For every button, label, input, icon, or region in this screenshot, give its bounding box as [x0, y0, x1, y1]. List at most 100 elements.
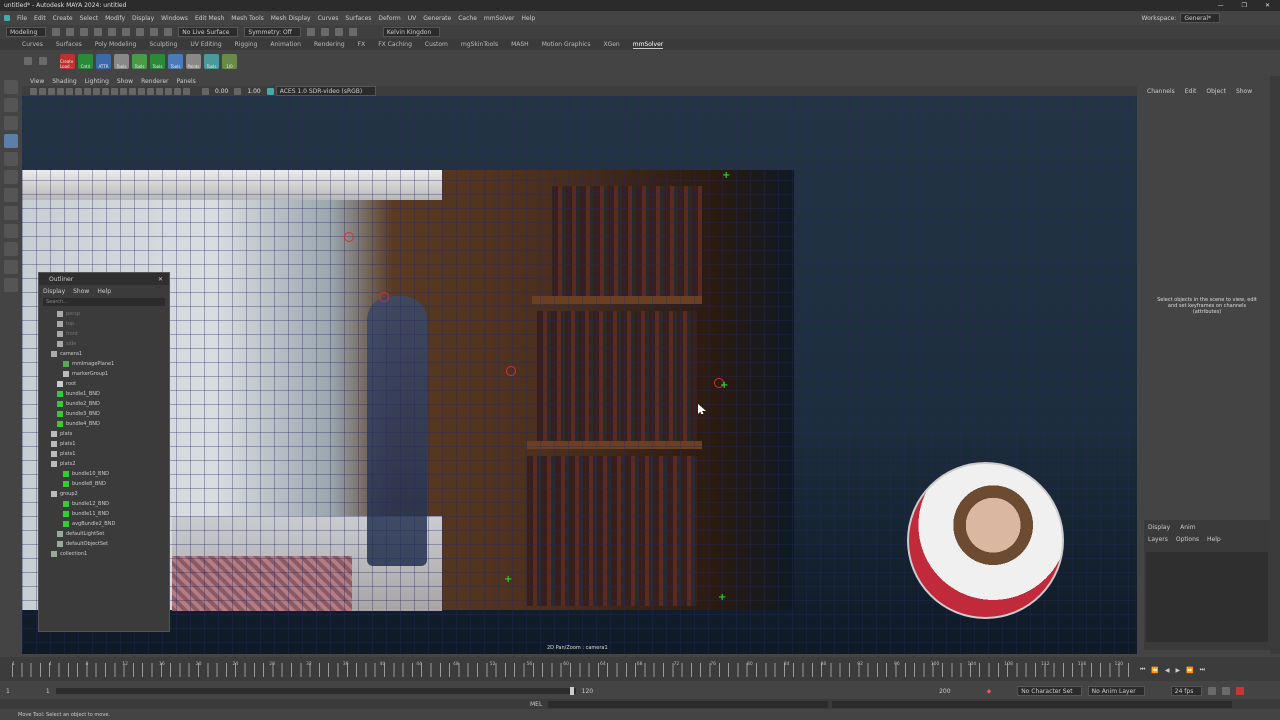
lights-icon[interactable]: [156, 87, 163, 95]
shelf-gear-icon[interactable]: [39, 57, 47, 65]
layout-outliner-icon[interactable]: [4, 242, 18, 256]
outliner-item[interactable]: defaultObjectSet: [39, 539, 169, 549]
paint-select-icon[interactable]: [4, 116, 18, 130]
range-slider[interactable]: [55, 687, 576, 695]
outliner-menu-display[interactable]: Display: [43, 288, 65, 295]
play-icon[interactable]: ▶: [1176, 667, 1181, 674]
channel-menu-object[interactable]: Object: [1206, 88, 1226, 95]
bundle-locator[interactable]: +: [504, 574, 512, 585]
render-view-icon[interactable]: [306, 28, 315, 36]
field-chart-icon[interactable]: [102, 87, 109, 95]
channel-menu-show[interactable]: Show: [1236, 88, 1252, 95]
resolution-gate-icon[interactable]: [84, 87, 91, 95]
outliner-item[interactable]: top: [39, 319, 169, 329]
step-forward-icon[interactable]: ⏩: [1186, 667, 1193, 674]
outliner-item[interactable]: bundle8_BND: [39, 479, 169, 489]
shelf-button[interactable]: Tools: [114, 53, 129, 69]
minimize-button[interactable]: —: [1218, 2, 1224, 9]
layer-tab-display[interactable]: Display: [1148, 524, 1170, 531]
panel-menu-renderer[interactable]: Renderer: [141, 78, 168, 85]
layout-single-icon[interactable]: [4, 206, 18, 220]
menu-mesh-display[interactable]: Mesh Display: [271, 15, 311, 22]
tab-mgskintools[interactable]: mgSkinTools: [461, 41, 498, 48]
select-hierarchy-icon[interactable]: [122, 28, 131, 36]
tab-fx-caching[interactable]: FX Caching: [378, 41, 412, 48]
anim-prefs-icon[interactable]: [1236, 687, 1245, 695]
ipr-render-icon[interactable]: [334, 28, 343, 36]
outliner-window[interactable]: Outliner ✕ Display Show Help Search... per…: [38, 272, 170, 632]
outliner-search-input[interactable]: Search...: [43, 298, 165, 306]
move-tool-icon[interactable]: [4, 134, 18, 148]
layer-menu-help[interactable]: Help: [1207, 536, 1221, 543]
menu-uv[interactable]: UV: [408, 15, 417, 22]
render-settings-icon[interactable]: [348, 28, 357, 36]
tab-mmsolver[interactable]: mmSolver: [632, 41, 664, 49]
tab-mash[interactable]: MASH: [511, 41, 529, 48]
panel-menu-shading[interactable]: Shading: [52, 78, 76, 85]
shelf-button[interactable]: Tools: [204, 53, 219, 69]
menu-edit[interactable]: Edit: [34, 15, 46, 22]
playback-start-field[interactable]: 1: [46, 688, 50, 695]
exposure-field[interactable]: 0.00: [215, 88, 228, 95]
menu-help[interactable]: Help: [521, 15, 535, 22]
render-frame-icon[interactable]: [320, 28, 329, 36]
bundle-locator[interactable]: +: [718, 592, 726, 603]
outliner-item[interactable]: bundle2_BND: [39, 399, 169, 409]
menu-cache[interactable]: Cache: [458, 15, 477, 22]
marker[interactable]: [379, 292, 389, 302]
outliner-menu-show[interactable]: Show: [73, 288, 89, 295]
outliner-item[interactable]: side: [39, 339, 169, 349]
search-icon[interactable]: [4, 278, 18, 292]
new-scene-icon[interactable]: [52, 28, 61, 36]
tab-poly-modeling[interactable]: Poly Modeling: [95, 41, 137, 48]
menu-windows[interactable]: Windows: [161, 15, 188, 22]
goto-start-icon[interactable]: ⏮: [1140, 666, 1145, 674]
safe-title-icon[interactable]: [120, 87, 127, 95]
camera-attr-icon[interactable]: [39, 87, 46, 95]
shelf-button[interactable]: Tools: [132, 53, 147, 69]
menu-surfaces[interactable]: Surfaces: [345, 15, 371, 22]
character-set-dropdown[interactable]: No Character Set: [1017, 686, 1082, 696]
fps-dropdown[interactable]: 24 fps: [1170, 686, 1203, 696]
menu-generate[interactable]: Generate: [423, 15, 451, 22]
menuset-dropdown[interactable]: Modeling: [6, 27, 47, 37]
menu-select[interactable]: Select: [80, 15, 99, 22]
film-gate-icon[interactable]: [75, 87, 82, 95]
layer-menu-options[interactable]: Options: [1176, 536, 1199, 543]
shadows-icon[interactable]: [165, 87, 172, 95]
panel-menu-lighting[interactable]: Lighting: [85, 78, 109, 85]
tab-fx[interactable]: FX: [358, 41, 366, 48]
outliner-item[interactable]: avgBundle2_BND: [39, 519, 169, 529]
symmetry-dropdown[interactable]: Symmetry: Off: [244, 27, 301, 37]
channel-menu-edit[interactable]: Edit: [1185, 88, 1197, 95]
end-time-field[interactable]: 200: [939, 688, 950, 695]
outliner-item[interactable]: bundle1_BND: [39, 389, 169, 399]
layer-tab-anim[interactable]: Anim: [1180, 524, 1195, 531]
sound-icon[interactable]: [1222, 687, 1231, 695]
textured-icon[interactable]: [147, 87, 154, 95]
shelf-button[interactable]: Tools: [168, 53, 183, 69]
outliner-item[interactable]: plats1: [39, 449, 169, 459]
close-icon[interactable]: ✕: [158, 276, 163, 283]
gamma-field[interactable]: 1.00: [247, 88, 260, 95]
outliner-item[interactable]: front: [39, 329, 169, 339]
shelf-menu-icon[interactable]: [24, 57, 32, 65]
tab-rendering[interactable]: Rendering: [314, 41, 345, 48]
menu-modify[interactable]: Modify: [105, 15, 125, 22]
isolate-icon[interactable]: [174, 87, 181, 95]
bookmark-icon[interactable]: [48, 87, 55, 95]
gamma-icon[interactable]: [234, 87, 242, 95]
shelf-button[interactable]: 1/0: [222, 53, 237, 69]
tab-motion-graphics[interactable]: Motion Graphics: [542, 41, 591, 48]
outliner-item[interactable]: bundle3_BND: [39, 409, 169, 419]
layer-menu-layers[interactable]: Layers: [1148, 536, 1168, 543]
outliner-item[interactable]: markerGroup1: [39, 369, 169, 379]
gate-mask-icon[interactable]: [93, 87, 100, 95]
smooth-shade-icon[interactable]: [138, 87, 145, 95]
snap-point-icon[interactable]: [164, 28, 173, 36]
panel-menu-show[interactable]: Show: [117, 78, 133, 85]
undo-icon[interactable]: [94, 28, 103, 36]
shelf-button[interactable]: Tools: [150, 53, 165, 69]
layer-list[interactable]: [1146, 552, 1268, 642]
auto-key-icon[interactable]: ◆: [987, 688, 992, 695]
